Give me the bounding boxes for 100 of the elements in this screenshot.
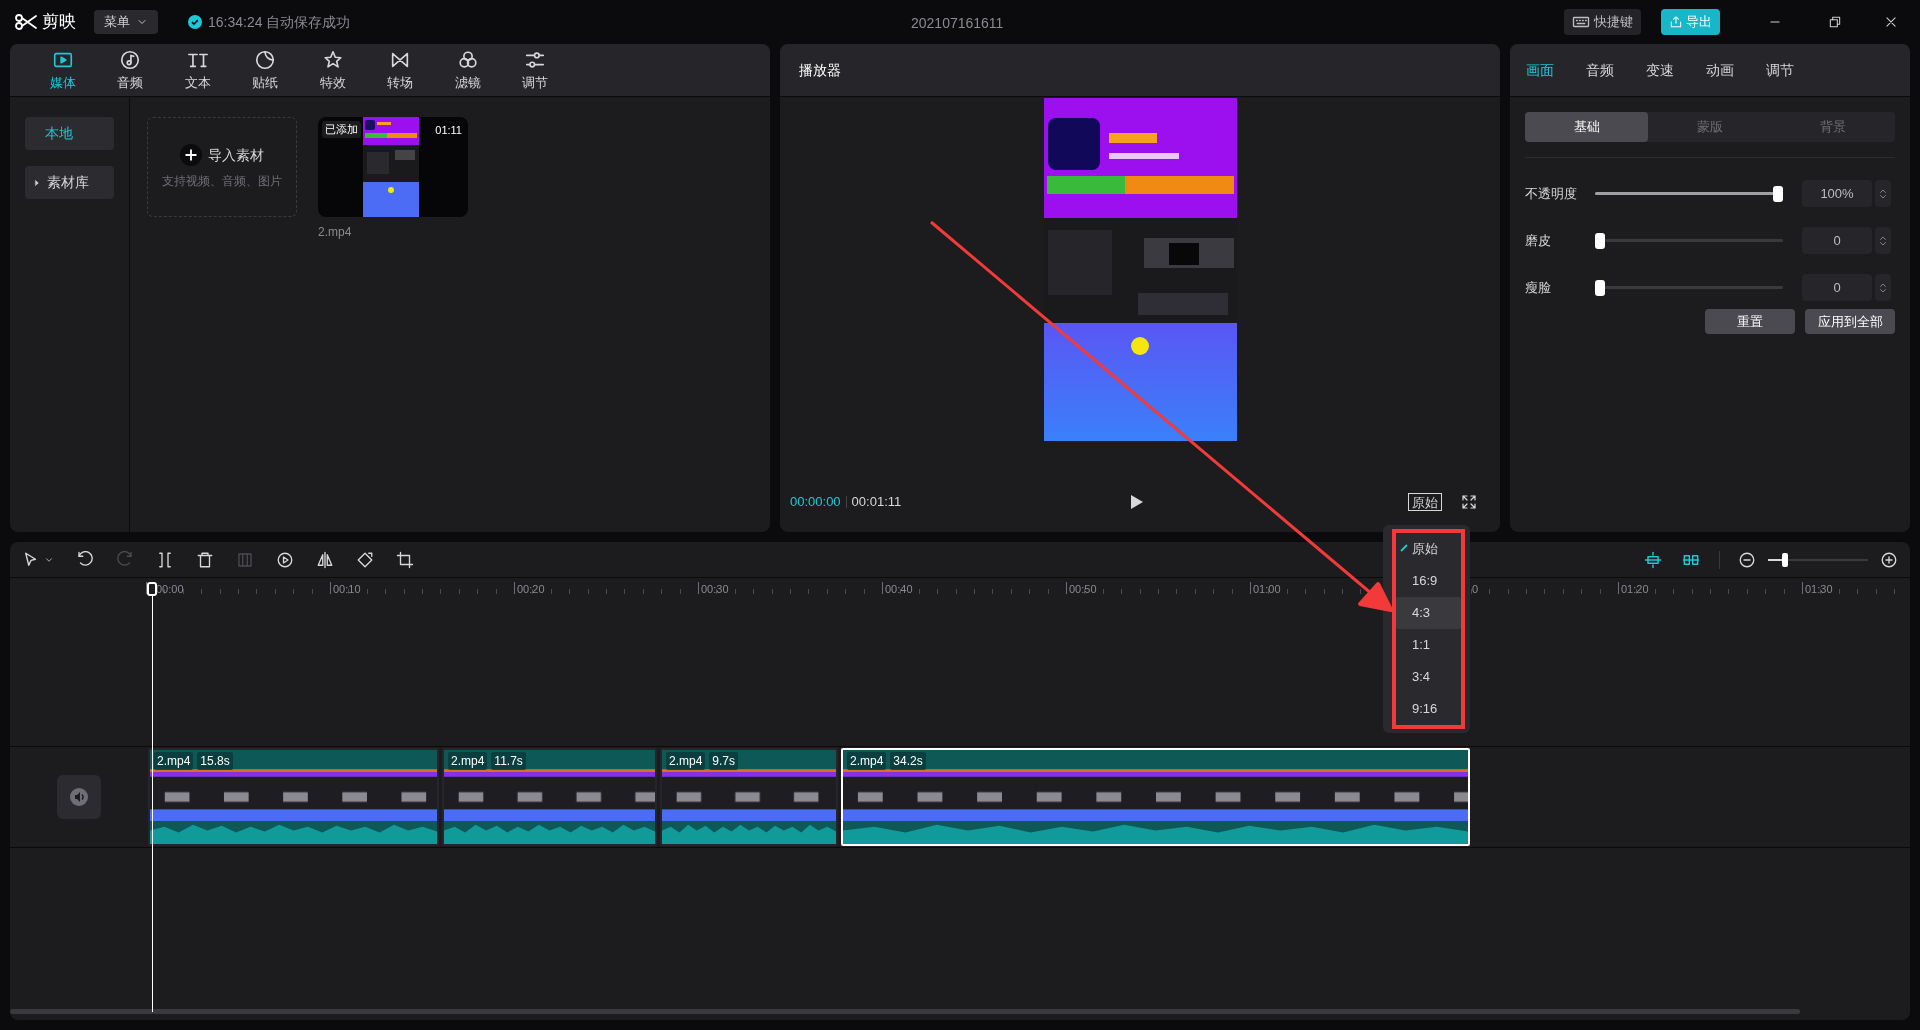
value-field[interactable]: 0	[1802, 274, 1872, 301]
ratio-option[interactable]: 9:16	[1396, 693, 1461, 725]
added-badge: 已添加	[322, 121, 361, 138]
ruler-label: 00:40	[885, 582, 913, 597]
restore-icon	[1828, 15, 1842, 29]
clip-duration: 34.2s	[890, 752, 926, 770]
fullscreen-icon	[1461, 494, 1477, 510]
value-field[interactable]: 100%	[1802, 180, 1872, 207]
video-clip[interactable]: 2.mp4 15.8s	[148, 748, 439, 846]
nav-item[interactable]: 本地	[25, 117, 114, 150]
import-media-button[interactable]: 导入素材 支持视频、音频、图片	[147, 117, 297, 217]
rotate-icon	[356, 550, 374, 569]
media-duration: 01:11	[435, 123, 462, 138]
clip-name: 2.mp4	[847, 752, 887, 770]
media-card[interactable]: 已添加 01:11	[318, 117, 468, 217]
media-tab[interactable]: 特效	[299, 48, 367, 92]
slider-label: 瘦脸	[1525, 278, 1552, 297]
mirror-icon	[316, 550, 334, 569]
tool-button[interactable]	[356, 550, 374, 569]
export-icon	[1669, 15, 1683, 29]
snap-button[interactable]	[1643, 549, 1663, 570]
spinner-button[interactable]	[1875, 227, 1891, 254]
slider-thumb[interactable]	[1595, 232, 1605, 249]
magnet-snap-icon	[1643, 549, 1663, 570]
undo-icon	[76, 550, 94, 569]
inspector-tab[interactable]: 画面	[1526, 59, 1554, 81]
play-circle-icon	[276, 550, 294, 569]
zoom-in-button[interactable]	[1880, 550, 1898, 569]
subtab[interactable]: 基础	[1525, 112, 1649, 142]
slider[interactable]	[1595, 185, 1783, 202]
ruler-label: 01:00	[1253, 582, 1281, 597]
slider-thumb[interactable]	[1595, 279, 1605, 296]
tool-button[interactable]	[316, 550, 334, 569]
ruler-label: 00:30	[701, 582, 729, 597]
menu-button[interactable]: 菜单	[94, 10, 158, 34]
nav-item[interactable]: 素材库	[25, 166, 114, 199]
ratio-option[interactable]: 4:3	[1396, 597, 1461, 629]
media-tab[interactable]: 贴纸	[231, 48, 299, 92]
ratio-button[interactable]: 原始	[1408, 493, 1442, 511]
clip-name: 2.mp4	[154, 752, 194, 770]
tool-button[interactable]	[396, 550, 414, 569]
player-title: 播放器	[799, 60, 841, 80]
media-tab[interactable]: 文本	[164, 48, 232, 92]
slider-label: 磨皮	[1525, 231, 1552, 250]
crop-icon	[396, 550, 414, 569]
zoom-thumb[interactable]	[1782, 552, 1788, 567]
video-clip[interactable]: 2.mp4 11.7s	[442, 748, 657, 846]
tool-button[interactable]	[156, 550, 174, 569]
spinner-button[interactable]	[1875, 180, 1891, 207]
inspector-tab[interactable]: 调节	[1766, 59, 1794, 81]
project-title: 202107161611	[911, 14, 1004, 33]
playhead[interactable]	[146, 582, 158, 1012]
inspector-tab[interactable]: 变速	[1646, 59, 1674, 81]
play-icon	[1130, 494, 1144, 510]
speaker-icon	[68, 787, 89, 807]
value-field[interactable]: 0	[1802, 227, 1872, 254]
total-time: 00:01:11	[851, 493, 902, 512]
check-circle-icon	[188, 15, 202, 29]
shortcut-button[interactable]: 快捷键	[1564, 9, 1641, 35]
ratio-option[interactable]: 1:1	[1396, 629, 1461, 661]
ruler-label: 00:50	[1069, 582, 1097, 597]
redo-icon	[116, 550, 134, 569]
fullscreen-button[interactable]	[1460, 493, 1478, 511]
media-tab[interactable]: 转场	[366, 48, 434, 92]
slider[interactable]	[1595, 279, 1783, 296]
media-tab[interactable]: 滤镜	[434, 48, 502, 92]
delete-icon	[196, 550, 214, 569]
horizontal-scrollbar[interactable]	[10, 1009, 1800, 1014]
video-clip[interactable]: 2.mp4 34.2s	[841, 748, 1470, 846]
panel-button[interactable]: 重置	[1705, 309, 1795, 334]
music-note-icon	[119, 48, 142, 71]
caret-right-icon	[33, 178, 41, 187]
tool-button[interactable]	[76, 550, 94, 569]
tool-button[interactable]	[276, 550, 294, 569]
slider-thumb[interactable]	[1773, 185, 1783, 202]
ratio-option[interactable]: 原始	[1396, 533, 1461, 565]
tool-button[interactable]	[196, 550, 214, 569]
media-tab[interactable]: 媒体	[29, 48, 97, 92]
media-file-name: 2.mp4	[318, 224, 353, 241]
tool-button[interactable]	[22, 550, 54, 569]
zoom-slider[interactable]	[1768, 552, 1868, 567]
clip-name: 2.mp4	[448, 752, 488, 770]
import-hint: 支持视频、音频、图片	[162, 173, 282, 190]
media-tab[interactable]: 调节	[501, 48, 569, 92]
clip-name: 2.mp4	[666, 752, 706, 770]
ruler-label: 01:30	[1805, 582, 1833, 597]
inspector-tab[interactable]: 音频	[1586, 59, 1614, 81]
video-clip[interactable]: 2.mp4 9.7s	[660, 748, 838, 846]
media-tab[interactable]: 音频	[96, 48, 164, 92]
ratio-option[interactable]: 3:4	[1396, 661, 1461, 693]
slider[interactable]	[1595, 232, 1783, 249]
save-status: 16:34:24 自动保存成功	[208, 12, 351, 32]
mute-button[interactable]	[56, 775, 101, 819]
ratio-option[interactable]: 16:9	[1396, 565, 1461, 597]
ruler-label: 01:20	[1621, 582, 1649, 597]
spinner-button[interactable]	[1875, 274, 1891, 301]
panel-button[interactable]: 应用到全部	[1805, 309, 1895, 334]
inspector-tab[interactable]: 动画	[1706, 59, 1734, 81]
zoom-out-button[interactable]	[1738, 550, 1756, 569]
plus-icon	[180, 144, 202, 166]
